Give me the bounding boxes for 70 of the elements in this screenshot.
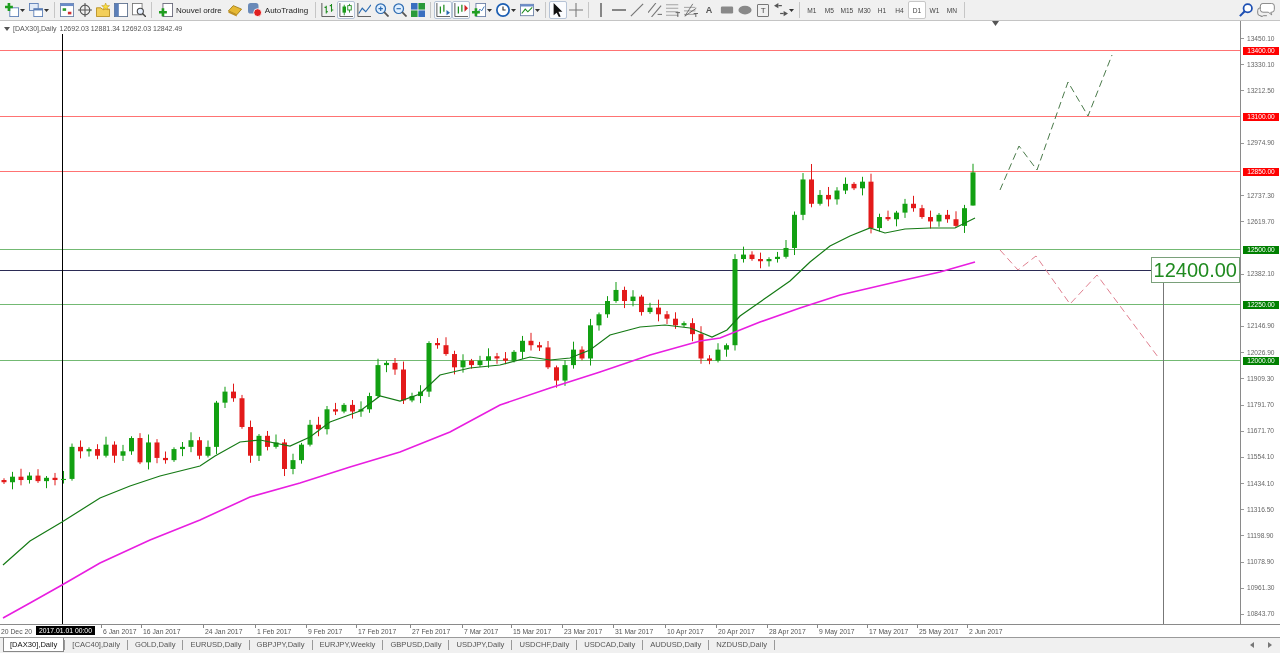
caret-icon: [789, 8, 795, 12]
search-icon: [1239, 3, 1253, 17]
tester-button[interactable]: [130, 1, 148, 19]
channel-icon: [648, 3, 663, 17]
stop-badge-icon: [247, 3, 262, 17]
fan-icon: [684, 3, 699, 17]
grid-icon: [411, 3, 426, 17]
chat-button[interactable]: [1255, 1, 1277, 19]
chart-type-button[interactable]: [319, 1, 338, 19]
ingot-icon: [227, 3, 242, 17]
chart-type-button[interactable]: [337, 1, 356, 19]
document-search-icon: [132, 3, 146, 17]
windows-icon: [29, 3, 43, 17]
caret-icon: [20, 8, 25, 12]
panel-window-icon: [114, 3, 128, 17]
zoom-in-button[interactable]: [373, 1, 392, 19]
scroll-left-icon[interactable]: [1250, 642, 1254, 648]
line-chart-icon: [357, 3, 372, 17]
tile-windows-button[interactable]: [409, 1, 428, 19]
pointer-tool-button[interactable]: [549, 1, 568, 19]
chat-icon: [1257, 3, 1275, 17]
crosshair-price-label: 12400.00: [1150, 257, 1240, 283]
horizontal-line-icon: [612, 9, 627, 11]
trendline-icon: [630, 3, 645, 17]
dropdown-triangle-icon[interactable]: [4, 26, 10, 31]
scroll-right-icon[interactable]: [1268, 642, 1272, 648]
autoscroll-icon: [454, 3, 469, 17]
zoom-out-icon: [393, 3, 408, 17]
view-toggle-button[interactable]: [434, 1, 453, 19]
fibonacci-button[interactable]: [664, 1, 683, 19]
templates-button[interactable]: [518, 1, 543, 19]
vertical-line-icon: [600, 3, 603, 17]
chart-plus-icon: [5, 3, 19, 17]
chart-shift-icon: [436, 3, 451, 17]
ellipse-icon: [738, 3, 753, 17]
document-plus-icon: [159, 3, 173, 17]
triangle-marker-icon: [992, 21, 999, 26]
caret-icon: [511, 8, 517, 12]
market-watch-button[interactable]: [58, 1, 76, 19]
view-toggle-button[interactable]: [452, 1, 471, 19]
fibonacci-icon: [666, 3, 681, 17]
arrows-button[interactable]: [772, 1, 797, 19]
periods-button[interactable]: [494, 1, 519, 19]
template-icon: [520, 3, 535, 17]
zoom-out-button[interactable]: [391, 1, 410, 19]
caret-icon: [487, 8, 493, 12]
data-window-button[interactable]: [76, 1, 94, 19]
folder-star-icon: [96, 3, 110, 17]
arrows-icon: [774, 3, 789, 17]
text-label-button[interactable]: T: [757, 3, 770, 17]
fibonacci-fan-button[interactable]: [682, 1, 701, 19]
indicator-plus-icon: [472, 3, 487, 17]
indicators-button[interactable]: [470, 1, 495, 19]
target-icon: [78, 3, 92, 17]
new-chart-button[interactable]: [3, 1, 27, 19]
caret-icon: [44, 8, 49, 12]
crosshair-icon: [569, 3, 584, 17]
quotes-window-icon: [60, 3, 74, 17]
autotrading-button[interactable]: AutoTrading: [243, 1, 313, 19]
chart-type-button[interactable]: [355, 1, 374, 19]
search-button[interactable]: [1237, 1, 1255, 19]
terminal-button[interactable]: [112, 1, 130, 19]
zoom-in-icon: [375, 3, 390, 17]
candlestick-icon: [339, 3, 354, 17]
text-tool-button[interactable]: A: [700, 1, 719, 19]
clock-icon: [496, 3, 511, 17]
bar-chart-icon: [321, 3, 336, 17]
caret-icon: [535, 8, 541, 12]
profiles-button[interactable]: [27, 1, 51, 19]
new-order-button[interactable]: Nouvel ordre: [155, 1, 226, 19]
